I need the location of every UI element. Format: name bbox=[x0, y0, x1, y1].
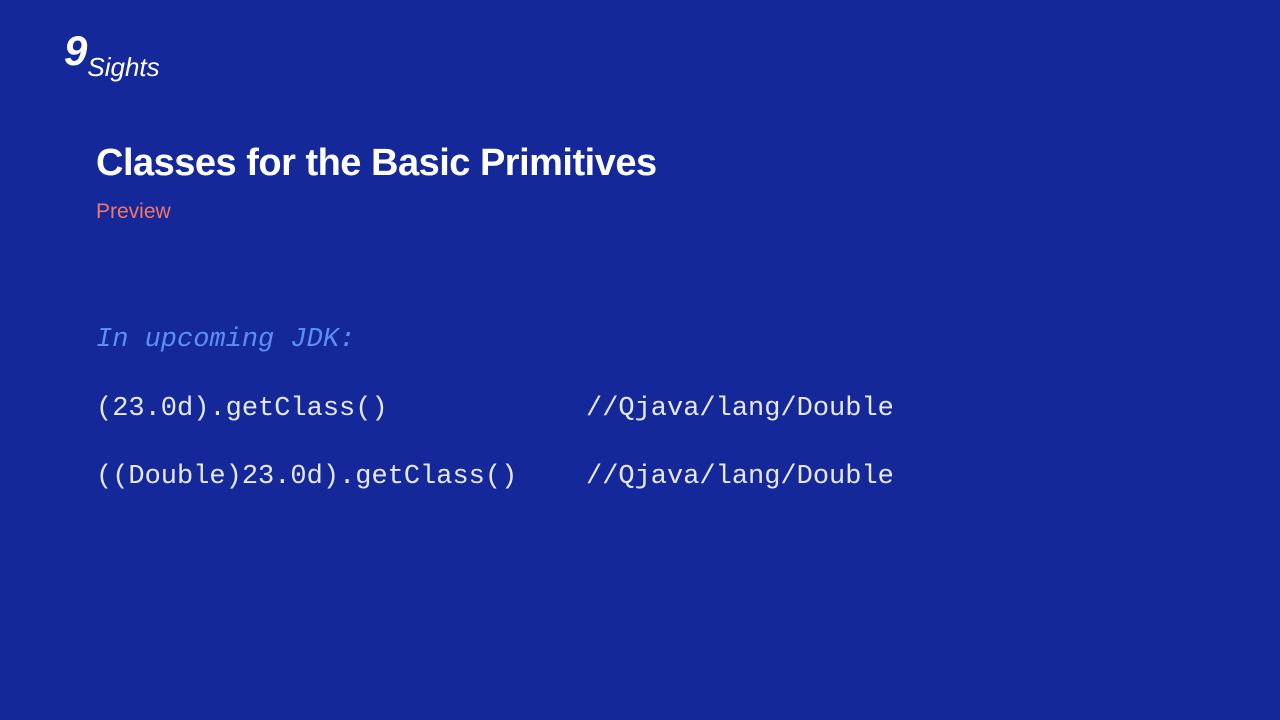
slide-title: Classes for the Basic Primitives bbox=[96, 142, 657, 185]
code-block: In upcoming JDK: (23.0d).getClass() //Qj… bbox=[96, 320, 894, 526]
brand-logo: 9 Sights bbox=[64, 38, 160, 80]
code-expression: ((Double)23.0d).getClass() bbox=[96, 457, 586, 498]
preview-tag: Preview bbox=[96, 200, 171, 224]
code-comment: //Qjava/lang/Double bbox=[586, 457, 894, 498]
code-expression: (23.0d).getClass() bbox=[96, 389, 586, 430]
logo-text: Sights bbox=[87, 54, 159, 80]
code-row: ((Double)23.0d).getClass() //Qjava/lang/… bbox=[96, 457, 894, 498]
code-row: (23.0d).getClass() //Qjava/lang/Double bbox=[96, 389, 894, 430]
slide: 9 Sights Classes for the Basic Primitive… bbox=[0, 0, 1280, 720]
logo-nine-icon: 9 bbox=[64, 30, 85, 72]
code-lead-comment: In upcoming JDK: bbox=[96, 320, 894, 361]
code-comment: //Qjava/lang/Double bbox=[586, 389, 894, 430]
